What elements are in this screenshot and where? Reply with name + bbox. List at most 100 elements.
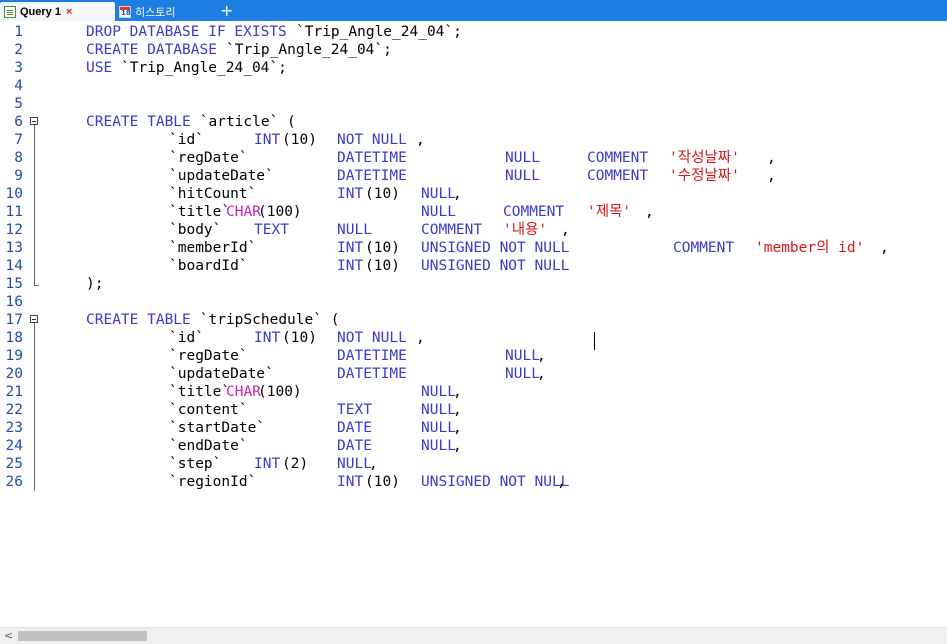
code-line: 9 `updateDate` DATETIME NULL COMMENT '수정날짜', xyxy=(0,167,947,185)
code-token: TEXT xyxy=(337,402,372,418)
code-token: `tripSchedule` ( xyxy=(199,312,340,328)
code-token: UNSIGNED NOT NULL xyxy=(421,474,570,490)
line-number: 22 xyxy=(5,402,23,418)
code-token: , xyxy=(537,348,546,364)
line-number: 16 xyxy=(5,294,23,310)
code-token: (10) xyxy=(282,330,317,346)
fold-toggle-icon[interactable] xyxy=(29,113,41,131)
code-line: 25 `step` INT (2) NULL, xyxy=(0,455,947,473)
editor-tab-bar: Query 1 × 18 히스토리 + xyxy=(0,0,947,21)
code-line: 24 `endDate` DATE NULL, xyxy=(0,437,947,455)
code-token: `memberId` xyxy=(169,240,257,256)
code-line: 1 DROP DATABASE IF EXISTS `Trip_Angle_24_… xyxy=(0,23,947,41)
line-number: 15 xyxy=(5,276,23,292)
line-number: 13 xyxy=(5,240,23,256)
line-number: 26 xyxy=(5,474,23,490)
code-token: (10) xyxy=(282,132,317,148)
line-number: 21 xyxy=(5,384,23,400)
tab-label: 히스토리 xyxy=(135,6,176,19)
fold-toggle-icon[interactable] xyxy=(29,311,41,329)
code-token: INT xyxy=(337,258,364,274)
close-icon[interactable]: × xyxy=(66,6,72,18)
code-token: CREATE TABLE xyxy=(86,312,200,328)
code-token: (2) xyxy=(282,456,309,472)
code-token: DATETIME xyxy=(337,366,407,382)
code-token: `regionId` xyxy=(169,474,257,490)
fold-guide xyxy=(29,167,41,185)
scrollbar-thumb[interactable] xyxy=(18,631,147,641)
line-number: 5 xyxy=(14,96,23,112)
line-number: 19 xyxy=(5,348,23,364)
fold-guide xyxy=(29,149,41,167)
line-number: 20 xyxy=(5,366,23,382)
line-number: 8 xyxy=(14,150,23,166)
code-token: NULL xyxy=(505,150,540,166)
line-number: 18 xyxy=(5,330,23,346)
code-token: , xyxy=(416,132,425,148)
line-number: 3 xyxy=(14,60,23,76)
line-number: 23 xyxy=(5,420,23,436)
sql-editor[interactable]: 1 DROP DATABASE IF EXISTS `Trip_Angle_24_… xyxy=(0,21,947,627)
code-token: NOT NULL xyxy=(337,330,407,346)
code-token: INT xyxy=(254,330,281,346)
code-token: `boardId` xyxy=(169,258,248,274)
code-token: UNSIGNED NOT NULL xyxy=(421,258,570,274)
code-token: `endDate` xyxy=(169,438,248,454)
query-icon xyxy=(4,5,16,18)
code-token: `id` xyxy=(169,330,204,346)
code-line: 19 `regDate` DATETIME NULL, xyxy=(0,347,947,365)
code-token: NULL xyxy=(505,366,540,382)
code-token: DATETIME xyxy=(337,150,407,166)
code-token: COMMENT xyxy=(587,150,649,166)
tab-history[interactable]: 18 히스토리 xyxy=(115,2,203,21)
code-token: INT xyxy=(337,474,364,490)
code-token: INT xyxy=(337,240,364,256)
code-token: NULL xyxy=(421,186,456,202)
add-tab-button[interactable]: + xyxy=(220,1,233,21)
code-token: NULL xyxy=(337,456,372,472)
line-number: 17 xyxy=(5,312,23,328)
code-token: COMMENT xyxy=(421,222,483,238)
code-token: NULL xyxy=(421,420,456,436)
code-token: DATETIME xyxy=(337,348,407,364)
code-token: , xyxy=(453,420,462,436)
code-token: CHAR xyxy=(226,204,261,220)
code-token: NULL xyxy=(421,402,456,418)
fold-guide xyxy=(29,365,41,383)
code-token: , xyxy=(453,438,462,454)
code-token: NULL xyxy=(421,204,456,220)
horizontal-scrollbar[interactable]: < xyxy=(0,627,947,644)
code-line: 15); xyxy=(0,275,947,293)
code-token: COMMENT xyxy=(503,204,565,220)
fold-guide xyxy=(29,455,41,473)
code-token: INT xyxy=(254,132,281,148)
fold-guide xyxy=(29,401,41,419)
code-token: , xyxy=(561,222,570,238)
code-token: NULL xyxy=(337,222,372,238)
text-caret xyxy=(594,332,595,350)
code-token: COMMENT xyxy=(587,168,649,184)
line-number: 4 xyxy=(14,78,23,94)
code-token: DROP DATABASE IF EXISTS xyxy=(86,24,296,40)
code-token: , xyxy=(767,168,776,184)
fold-guide xyxy=(29,347,41,365)
code-token: `title` xyxy=(169,204,231,220)
code-token: USE xyxy=(86,60,121,76)
code-token: , xyxy=(880,240,889,256)
fold-guide xyxy=(29,473,41,491)
code-token: (10) xyxy=(365,240,400,256)
code-token: , xyxy=(557,474,566,490)
code-token: `id` xyxy=(169,132,204,148)
line-number: 6 xyxy=(14,114,23,130)
code-token: , xyxy=(453,186,462,202)
fold-guide xyxy=(29,131,41,149)
code-token: '내용' xyxy=(503,222,548,238)
tab-label: Query 1 xyxy=(20,5,61,18)
line-number: 11 xyxy=(5,204,23,220)
code-token: NULL xyxy=(421,438,456,454)
line-number: 25 xyxy=(5,456,23,472)
code-token: `regDate` xyxy=(169,348,248,364)
scroll-left-icon[interactable]: < xyxy=(4,629,13,642)
tab-query-1[interactable]: Query 1 × xyxy=(0,2,115,21)
calendar-icon-day: 18 xyxy=(121,8,131,17)
